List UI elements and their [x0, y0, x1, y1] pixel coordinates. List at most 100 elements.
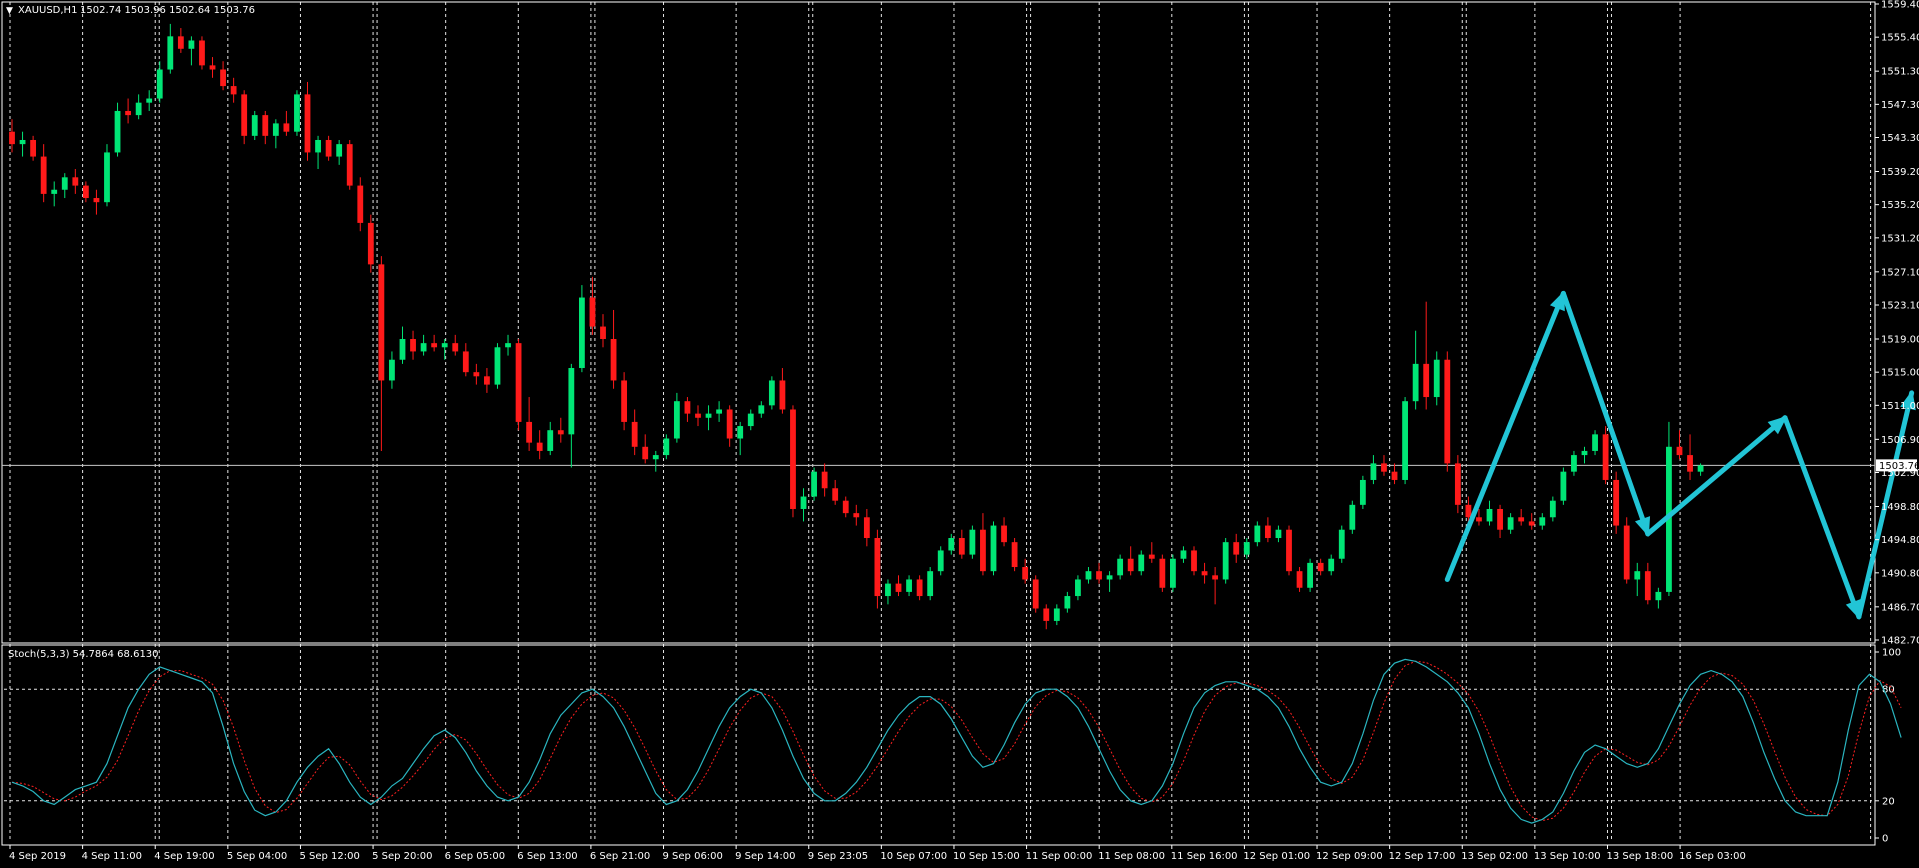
candle-body	[494, 347, 501, 385]
candle-body	[1338, 529, 1345, 559]
candle-body	[251, 115, 258, 136]
chart-canvas[interactable]: 10080200 1482.701486.701490.801494.80149…	[0, 0, 1919, 864]
candle-body	[1381, 463, 1387, 472]
candle	[61, 173, 68, 199]
candle	[716, 401, 722, 422]
candle	[199, 36, 205, 70]
candle	[188, 36, 195, 66]
candle-body	[294, 94, 300, 132]
candle	[1581, 446, 1588, 464]
candle	[568, 363, 575, 468]
candle	[631, 409, 638, 456]
candle	[948, 533, 955, 555]
candle	[895, 575, 902, 597]
candle-body	[1317, 562, 1324, 572]
candle	[262, 110, 269, 145]
candle	[1032, 575, 1039, 613]
candle	[1317, 558, 1324, 576]
candle	[705, 405, 712, 431]
price-tick-label: 1519.00	[1881, 334, 1919, 345]
candle	[1328, 554, 1335, 576]
candle-body	[1127, 558, 1134, 572]
candle	[40, 144, 47, 203]
candle-body	[1676, 446, 1683, 456]
candle-body	[874, 538, 881, 597]
candle	[747, 409, 754, 431]
time-tick-label: 13 Sep 10:00	[1534, 851, 1601, 862]
candle-body	[1212, 575, 1219, 580]
candle	[853, 504, 860, 526]
candle-body	[72, 177, 79, 186]
candle	[600, 314, 606, 348]
candle	[1338, 525, 1345, 563]
candle-body	[1296, 571, 1303, 588]
candle-body	[927, 571, 934, 597]
trend-arrow	[1444, 290, 1566, 582]
candle-body	[1254, 525, 1261, 543]
candle	[1180, 546, 1187, 563]
candle-body	[684, 401, 691, 414]
candle-body	[61, 177, 68, 190]
candle	[146, 90, 153, 111]
time-tick-label: 5 Sep 20:00	[372, 851, 432, 862]
candle	[294, 90, 300, 136]
price-tick-label: 1482.70	[1881, 636, 1919, 647]
candle	[1148, 542, 1155, 563]
candle-body	[631, 421, 638, 447]
candle-body	[146, 98, 153, 103]
candle	[1528, 513, 1535, 530]
chart-menu-icon[interactable]: ▼	[6, 6, 13, 16]
time-tick-label: 13 Sep 18:00	[1606, 851, 1673, 862]
candle	[1644, 562, 1651, 605]
time-tick-label: 12 Sep 17:00	[1389, 851, 1456, 862]
candle-body	[357, 185, 364, 223]
candle	[1043, 604, 1050, 630]
candle-body	[220, 69, 226, 87]
candle-body	[980, 529, 986, 572]
current-price-label: 1503.76	[1879, 461, 1919, 472]
candle	[462, 343, 469, 377]
candle	[610, 309, 617, 389]
candle	[1001, 517, 1007, 547]
time-tick-label: 9 Sep 14:00	[735, 851, 795, 862]
candle-body	[1233, 542, 1240, 555]
candle-body	[1222, 542, 1229, 580]
candle-body	[1191, 550, 1197, 572]
candle-body	[325, 139, 332, 157]
candle-body	[990, 525, 997, 572]
price-tick-label: 1535.20	[1881, 200, 1919, 211]
candle	[283, 110, 290, 136]
candle	[832, 479, 839, 505]
candle-body	[526, 421, 533, 443]
candle-body	[82, 185, 89, 199]
candle-body	[1634, 571, 1641, 580]
candle-body	[104, 152, 110, 203]
candle	[526, 397, 533, 451]
candle-body	[1275, 529, 1282, 539]
candle	[1486, 500, 1493, 526]
ohlc-readout: 1502.74 1503.96 1502.64 1503.76	[80, 5, 255, 16]
candle	[209, 57, 216, 78]
candle-body	[1032, 579, 1039, 609]
candle-body	[1022, 567, 1029, 580]
candle	[93, 189, 100, 215]
candle-body	[188, 40, 195, 49]
candle-body	[1106, 575, 1113, 580]
candle	[1117, 554, 1124, 580]
candle	[325, 135, 332, 161]
candle	[1687, 434, 1693, 480]
candle-body	[51, 189, 58, 194]
candle-body	[1243, 542, 1250, 555]
candle	[378, 256, 385, 451]
candle	[1549, 496, 1556, 522]
candle-body	[863, 517, 870, 539]
candle	[1022, 558, 1029, 584]
candle	[1518, 508, 1525, 526]
candle	[135, 94, 142, 120]
candle	[1275, 525, 1282, 543]
trading-chart[interactable]: 100 80 20 0 1482.70 1486.70 1490.80 1494.80 149…	[0, 0, 1919, 864]
candle	[1666, 421, 1672, 597]
candle-body	[1623, 525, 1630, 580]
candle	[927, 567, 934, 601]
candle-body	[1687, 455, 1693, 472]
